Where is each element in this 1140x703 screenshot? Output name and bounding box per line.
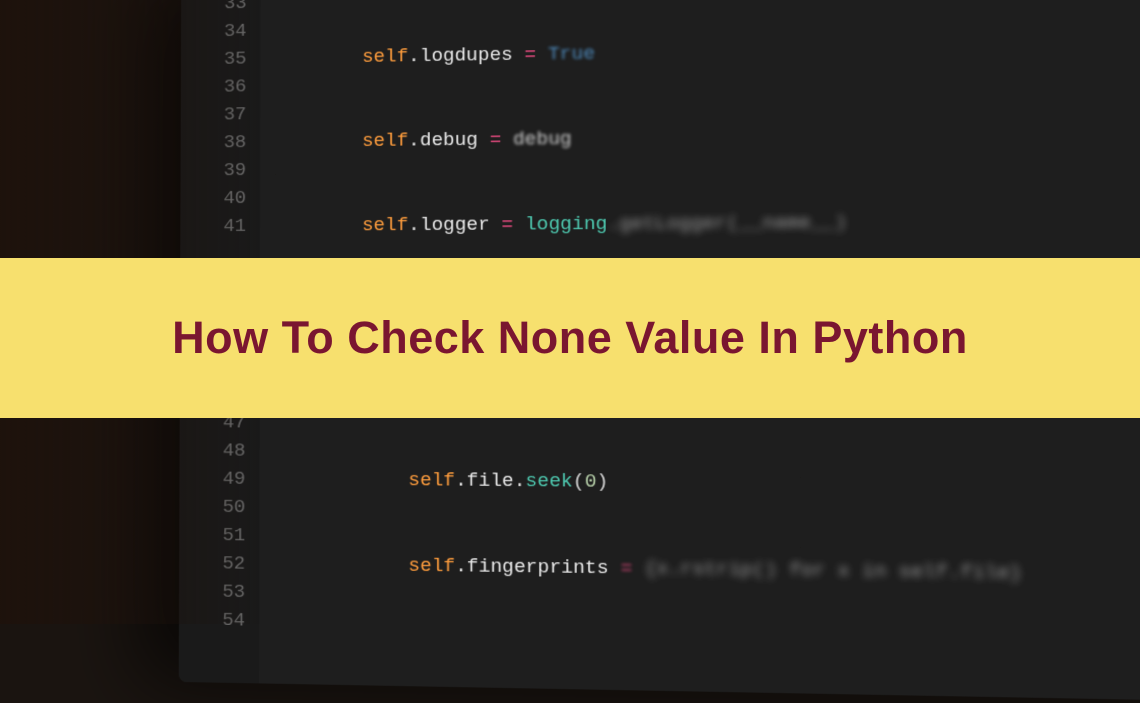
code-line: self.file.seek(0) xyxy=(270,465,1022,500)
line-number: 49 xyxy=(179,464,259,493)
title-banner: How To Check None Value In Python xyxy=(0,258,1140,418)
line-number: 50 xyxy=(179,492,259,521)
line-number: 52 xyxy=(179,549,259,578)
code-line: self.logdupes = True xyxy=(270,33,1016,72)
line-number: 36 xyxy=(181,72,261,101)
line-number: 37 xyxy=(181,100,261,129)
line-number: 35 xyxy=(181,44,261,73)
code-line xyxy=(269,635,1023,677)
line-number: 38 xyxy=(181,128,261,157)
banner-title-text: How To Check None Value In Python xyxy=(172,312,968,364)
line-number: 48 xyxy=(180,436,260,465)
line-number: 40 xyxy=(180,184,260,212)
line-number: 54 xyxy=(179,605,259,635)
code-line: self.debug = debug xyxy=(270,120,1017,156)
line-number: 41 xyxy=(180,212,260,240)
line-number: 33 xyxy=(181,0,261,18)
code-line: self.logger = logging.getLogger(__name__… xyxy=(270,207,1018,240)
line-number: 51 xyxy=(179,521,259,550)
code-line: self.fingerprints = {x.rstrip() for x in… xyxy=(269,550,1022,588)
line-number: 53 xyxy=(179,577,259,606)
line-number: 39 xyxy=(181,156,261,185)
line-number: 34 xyxy=(181,17,261,46)
